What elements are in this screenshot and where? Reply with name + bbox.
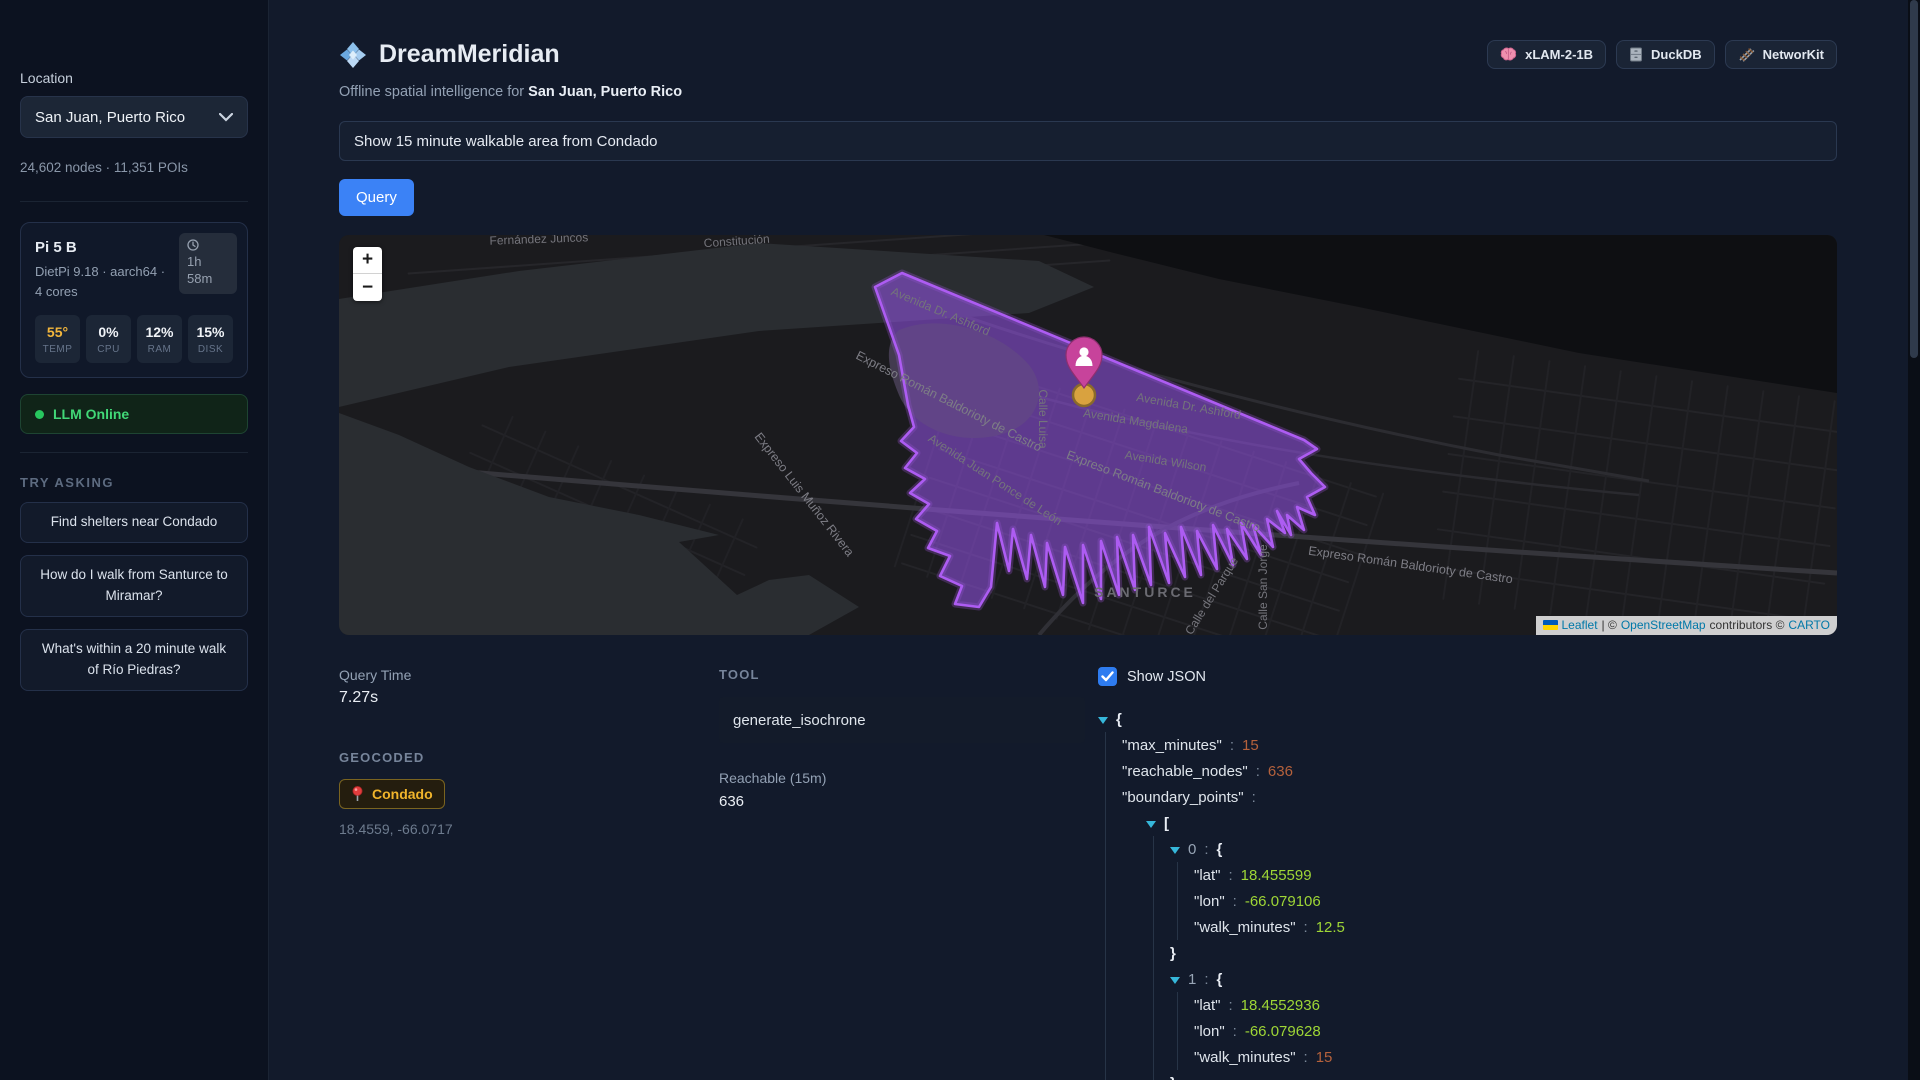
json-close-row: } <box>1170 940 1837 966</box>
map-canvas[interactable]: Fernández JuncosConstituciónAvenida Dr. … <box>339 235 1837 635</box>
map-attribution: Leaflet | © OpenStreetMap contributors ©… <box>1536 616 1838 635</box>
location-label: Location <box>20 70 248 86</box>
json-section: Show JSON { "max_minutes":15 "reachable_… <box>1098 667 1837 1080</box>
query-time-section: Query Time 7.27s GEOCODED Condado 18.455… <box>339 667 719 1080</box>
json-kv-row: "lon":-66.079628 <box>1194 1018 1837 1044</box>
ukraine-flag-icon <box>1543 620 1558 630</box>
query-time-value: 7.27s <box>339 689 719 707</box>
json-kv-row: "reachable_nodes":636 <box>1122 758 1837 784</box>
scrollbar-thumb[interactable] <box>1910 0 1918 358</box>
chevron-down-icon <box>219 113 233 122</box>
carto-link[interactable]: CARTO <box>1788 618 1830 632</box>
map-tiles: Fernández JuncosConstituciónAvenida Dr. … <box>339 235 1837 635</box>
tech-badges: xLAM-2-1B DuckDB NetworKit <box>1487 40 1837 69</box>
railway-icon <box>1738 47 1755 62</box>
badge-model: xLAM-2-1B <box>1487 40 1606 69</box>
street-label: Calle San Jorge <box>1256 544 1270 630</box>
query-button[interactable]: Query <box>339 179 414 216</box>
json-tree: { "max_minutes":15 "reachable_nodes":636… <box>1098 706 1837 1080</box>
json-array-items: 0:{"lat":18.455599"lon":-66.079106"walk_… <box>1153 836 1837 1080</box>
person-icon <box>1079 347 1088 356</box>
location-select[interactable]: San Juan, Puerto Rico <box>20 96 248 138</box>
llm-status-badge: LLM Online <box>20 394 248 434</box>
show-json-checkbox[interactable] <box>1098 667 1117 686</box>
query-time-label: Query Time <box>339 667 719 683</box>
device-card: Pi 5 B DietPi 9.18 · aarch64 · 4 cores 1… <box>20 222 248 378</box>
json-item-row[interactable]: 1:{ <box>1170 966 1837 992</box>
subtitle: Offline spatial intelligence for San Jua… <box>339 84 1837 100</box>
divider <box>20 452 248 453</box>
collapse-caret-icon[interactable] <box>1098 717 1108 724</box>
badge-duckdb: DuckDB <box>1616 40 1715 69</box>
tool-name: generate_isochrone <box>719 697 1085 743</box>
geocoded-label: GEOCODED <box>339 750 719 765</box>
leaflet-link[interactable]: Leaflet <box>1562 618 1598 632</box>
metric-ram: 12% RAM <box>137 315 182 363</box>
status-dot-icon <box>35 410 44 419</box>
json-root-row[interactable]: { <box>1098 706 1837 732</box>
street-label: SANTURCE <box>1094 584 1196 600</box>
collapse-caret-icon[interactable] <box>1170 847 1180 854</box>
json-array-row[interactable]: [ <box>1146 810 1837 836</box>
brain-icon <box>1500 47 1517 62</box>
round-pushpin-icon <box>351 786 364 802</box>
suggestion-walk-santurce[interactable]: How do I walk from Santurce to Miramar? <box>20 555 248 617</box>
reachable-value: 636 <box>719 793 1098 810</box>
uptime-value: 1h 58m <box>187 254 229 288</box>
zoom-in-button[interactable]: + <box>353 247 382 274</box>
suggestion-shelters[interactable]: Find shelters near Condado <box>20 502 248 543</box>
reachable-label: Reachable (15m) <box>719 770 1098 786</box>
collapse-caret-icon[interactable] <box>1170 977 1180 984</box>
query-input[interactable] <box>339 121 1837 161</box>
collapse-caret-icon[interactable] <box>1146 821 1156 828</box>
metric-cpu: 0% CPU <box>86 315 131 363</box>
json-kv-row: "boundary_points": <box>1122 784 1837 810</box>
page-title: DreamMeridian <box>379 40 560 69</box>
location-select-value: San Juan, Puerto Rico <box>35 109 185 126</box>
metric-disk: 15% DISK <box>188 315 233 363</box>
uptime-chip: 1h 58m <box>179 233 237 294</box>
sidebar: Location San Juan, Puerto Rico 24,602 no… <box>0 0 269 1080</box>
device-metrics: 55° TEMP 0% CPU 12% RAM 15% DISK <box>35 315 233 363</box>
tool-section: TOOL generate_isochrone Reachable (15m) … <box>719 667 1098 1080</box>
main-content: DreamMeridian xLAM-2-1B DuckDB <box>269 0 1920 1080</box>
llm-status-label: LLM Online <box>53 406 129 422</box>
try-asking-label: TRY ASKING <box>20 475 248 490</box>
metric-temp: 55° TEMP <box>35 315 80 363</box>
page-scrollbar[interactable] <box>1908 0 1920 1080</box>
badge-networkit: NetworKit <box>1725 40 1837 69</box>
divider <box>20 201 248 202</box>
json-kv-row: "walk_minutes":15 <box>1194 1044 1837 1070</box>
subtitle-city: San Juan, Puerto Rico <box>528 84 682 100</box>
suggestion-rio-piedras[interactable]: What's within a 20 minute walk of Río Pi… <box>20 629 248 691</box>
map-zoom-control: + − <box>353 247 382 301</box>
check-icon <box>1101 671 1114 682</box>
app-logo-diamond-icon <box>339 41 367 69</box>
json-kv-row: "max_minutes":15 <box>1122 732 1837 758</box>
tool-label: TOOL <box>719 667 1098 682</box>
json-close-row: } <box>1170 1070 1837 1080</box>
osm-link[interactable]: OpenStreetMap <box>1621 618 1706 632</box>
json-kv-row: "lat":18.455599 <box>1194 862 1837 888</box>
json-kv-row: "walk_minutes":12.5 <box>1194 914 1837 940</box>
json-item-row[interactable]: 0:{ <box>1170 836 1837 862</box>
geocoded-coords: 18.4559, -66.0717 <box>339 821 719 837</box>
geocoded-name: Condado <box>372 786 433 802</box>
graph-stats-line: 24,602 nodes · 11,351 POIs <box>20 160 248 175</box>
clock-icon <box>187 239 199 251</box>
cabinet-icon <box>1629 47 1643 62</box>
json-kv-row: "lon":-66.079106 <box>1194 888 1837 914</box>
zoom-out-button[interactable]: − <box>353 274 382 301</box>
show-json-label: Show JSON <box>1127 669 1206 685</box>
json-kv-row: "lat":18.4552936 <box>1194 992 1837 1018</box>
geocoded-badge: Condado <box>339 779 445 809</box>
